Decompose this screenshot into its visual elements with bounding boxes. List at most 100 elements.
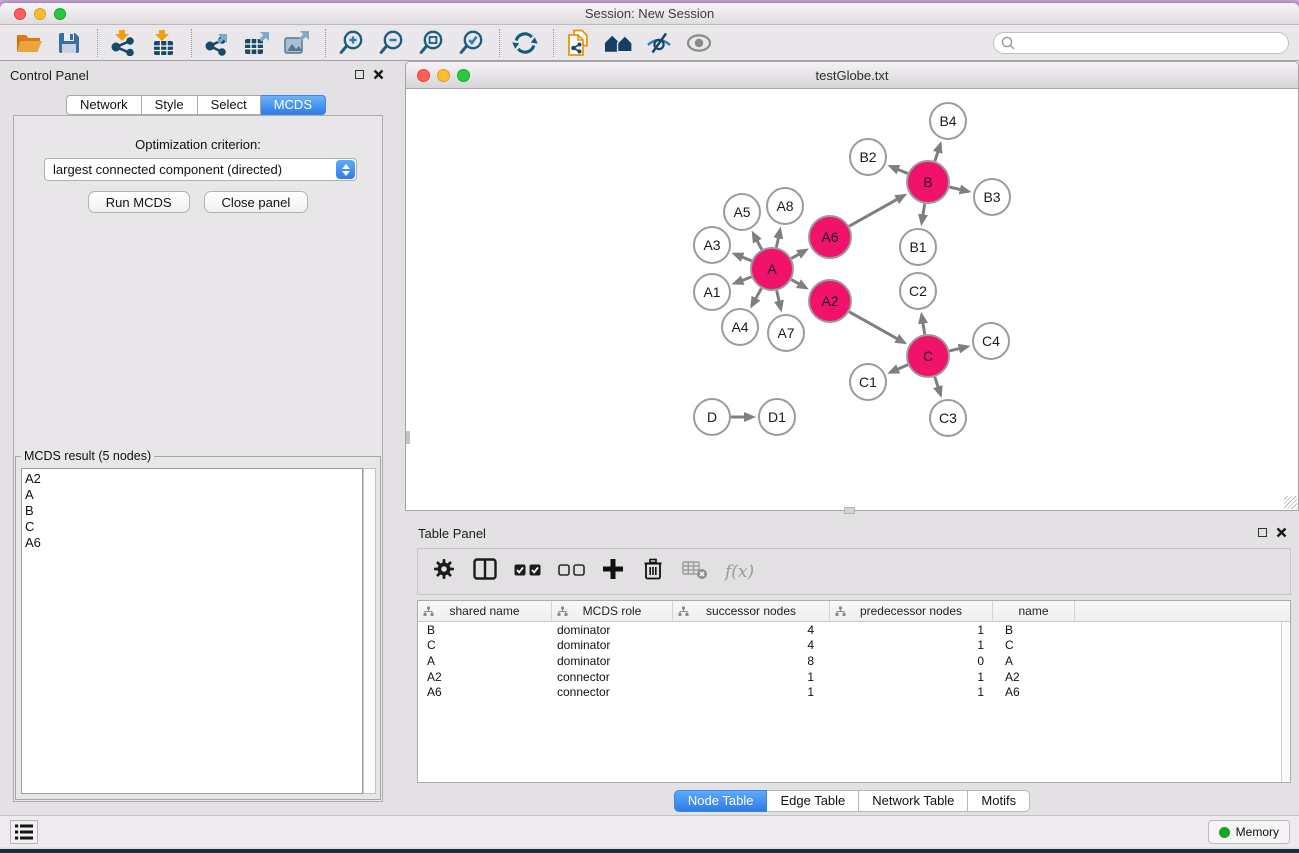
result-item-a6[interactable]: A6 bbox=[22, 535, 362, 551]
result-item-a2[interactable]: A2 bbox=[22, 471, 362, 487]
toolbar-search-field[interactable] bbox=[993, 32, 1289, 54]
table-row-b[interactable]: Bdominator41B bbox=[418, 622, 1290, 638]
graph-edge-B-B3[interactable] bbox=[949, 187, 961, 190]
table-settings-button[interactable] bbox=[432, 557, 456, 586]
graph-edge-B-B2[interactable] bbox=[897, 169, 908, 174]
home-panels-button[interactable] bbox=[604, 28, 634, 58]
show-columns-button[interactable] bbox=[473, 558, 497, 585]
result-list-scrollbar[interactable] bbox=[363, 468, 376, 794]
table-cell[interactable]: A6 bbox=[418, 685, 552, 699]
table-row-a[interactable]: Adominator80A bbox=[418, 653, 1290, 669]
table-cell[interactable]: dominator bbox=[552, 638, 673, 652]
export-network-button[interactable] bbox=[202, 28, 232, 58]
graph-edge-A-A4[interactable] bbox=[755, 288, 761, 300]
window-resize-grip[interactable] bbox=[1284, 496, 1297, 509]
table-row-a6[interactable]: A6connector11A6 bbox=[418, 684, 1290, 700]
graph-edge-A2-C[interactable] bbox=[849, 312, 898, 340]
graph-edge-B-B1[interactable] bbox=[923, 204, 925, 217]
table-cell[interactable]: A bbox=[993, 654, 1075, 668]
tab-style[interactable]: Style bbox=[142, 95, 198, 115]
graph-edge-A-A8[interactable] bbox=[776, 236, 778, 247]
zoom-window-button[interactable] bbox=[54, 8, 66, 20]
graph-edge-A-A2[interactable] bbox=[791, 280, 800, 285]
network-canvas[interactable]: B4B2BB3A5A8A6A3B1AA1C2A2A4A7C4CC1DD1C3 bbox=[405, 89, 1299, 511]
close-panel-icon[interactable] bbox=[1276, 527, 1287, 538]
export-image-button[interactable] bbox=[282, 28, 312, 58]
close-network-button[interactable] bbox=[417, 69, 430, 82]
zoom-out-button[interactable] bbox=[376, 28, 406, 58]
table-cell[interactable]: dominator bbox=[552, 654, 673, 668]
task-history-button[interactable] bbox=[10, 820, 38, 844]
deselect-all-button[interactable] bbox=[558, 563, 585, 581]
network-window-titlebar[interactable]: testGlobe.txt bbox=[405, 61, 1299, 89]
graph-edge-C-C3[interactable] bbox=[935, 377, 939, 389]
table-cell[interactable]: 1 bbox=[830, 623, 993, 637]
create-column-button[interactable] bbox=[602, 558, 624, 585]
column-header-successor-nodes[interactable]: successor nodes bbox=[673, 601, 830, 621]
float-panel-icon[interactable] bbox=[1258, 528, 1267, 537]
column-header-shared-name[interactable]: shared name bbox=[418, 601, 552, 621]
hide-graphics-button[interactable] bbox=[644, 28, 674, 58]
graph-edge-A-A1[interactable] bbox=[741, 277, 752, 281]
refresh-button[interactable] bbox=[510, 28, 540, 58]
graph-edge-A-A7[interactable] bbox=[777, 291, 780, 303]
criterion-dropdown[interactable]: largest connected component (directed) bbox=[44, 158, 357, 181]
table-cell[interactable]: 1 bbox=[830, 638, 993, 652]
table-cell[interactable]: connector bbox=[552, 670, 673, 684]
zoom-network-button[interactable] bbox=[457, 69, 470, 82]
tab-mcds[interactable]: MCDS bbox=[261, 95, 326, 115]
run-mcds-button[interactable]: Run MCDS bbox=[88, 191, 190, 213]
import-network-button[interactable] bbox=[108, 28, 138, 58]
table-cell[interactable]: C bbox=[993, 638, 1075, 652]
column-header-name[interactable]: name bbox=[993, 601, 1075, 621]
float-panel-icon[interactable] bbox=[355, 70, 364, 79]
tab-network[interactable]: Network bbox=[66, 95, 142, 115]
tab-select[interactable]: Select bbox=[198, 95, 261, 115]
table-cell[interactable]: A2 bbox=[993, 670, 1075, 684]
search-input[interactable] bbox=[1020, 34, 1288, 52]
table-cell[interactable]: connector bbox=[552, 685, 673, 699]
table-cell[interactable]: 4 bbox=[673, 638, 830, 652]
tab-node-table[interactable]: Node Table bbox=[674, 790, 768, 812]
graph-edge-A-A6[interactable] bbox=[791, 253, 800, 258]
column-header-predecessor-nodes[interactable]: predecessor nodes bbox=[830, 601, 993, 621]
tab-motifs[interactable]: Motifs bbox=[968, 790, 1030, 812]
minimize-network-button[interactable] bbox=[437, 69, 450, 82]
graph-edge-B-B4[interactable] bbox=[935, 151, 938, 162]
table-cell[interactable]: 0 bbox=[830, 654, 993, 668]
table-row-a2[interactable]: A2connector11A2 bbox=[418, 669, 1290, 685]
zoom-in-button[interactable] bbox=[336, 28, 366, 58]
show-graphics-button[interactable] bbox=[684, 28, 714, 58]
canvas-vertical-scroll-thumb[interactable] bbox=[406, 431, 410, 444]
graph-edge-C-C1[interactable] bbox=[896, 365, 907, 370]
table-cell[interactable]: 4 bbox=[673, 623, 830, 637]
table-cell[interactable]: 1 bbox=[673, 670, 830, 684]
open-session-button[interactable] bbox=[14, 28, 44, 58]
tab-network-table[interactable]: Network Table bbox=[859, 790, 968, 812]
graph-edge-A-A5[interactable] bbox=[756, 239, 761, 249]
column-header-mcds-role[interactable]: MCDS role bbox=[552, 601, 673, 621]
graph-edge-C-C2[interactable] bbox=[923, 322, 925, 335]
memory-button[interactable]: Memory bbox=[1208, 820, 1290, 844]
select-all-button[interactable] bbox=[514, 563, 541, 581]
zoom-fit-button[interactable] bbox=[416, 28, 446, 58]
table-cell[interactable]: B bbox=[993, 623, 1075, 637]
close-window-button[interactable] bbox=[14, 8, 26, 20]
zoom-selected-button[interactable] bbox=[456, 28, 486, 58]
delete-column-button[interactable] bbox=[641, 557, 665, 586]
export-table-button[interactable] bbox=[242, 28, 272, 58]
table-cell[interactable]: 1 bbox=[830, 670, 993, 684]
ndex-import-button[interactable] bbox=[564, 28, 594, 58]
table-scrollbar[interactable] bbox=[1281, 622, 1290, 782]
result-item-a[interactable]: A bbox=[22, 487, 362, 503]
table-cell[interactable]: 1 bbox=[673, 685, 830, 699]
table-cell[interactable]: 1 bbox=[830, 685, 993, 699]
table-cell[interactable]: dominator bbox=[552, 623, 673, 637]
table-cell[interactable]: A bbox=[418, 654, 552, 668]
close-panel-button[interactable]: Close panel bbox=[204, 191, 309, 213]
result-item-c[interactable]: C bbox=[22, 519, 362, 535]
table-cell[interactable]: 8 bbox=[673, 654, 830, 668]
graph-edge-C-C4[interactable] bbox=[949, 348, 960, 351]
table-cell[interactable]: C bbox=[418, 638, 552, 652]
import-table-button[interactable] bbox=[148, 28, 178, 58]
